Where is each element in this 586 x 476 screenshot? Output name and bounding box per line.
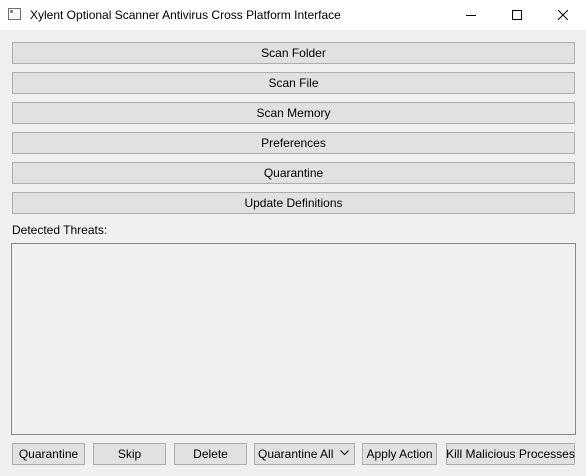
kill-malicious-processes-button[interactable]: Kill Malicious Processes <box>446 443 575 465</box>
action-select[interactable]: Quarantine All <box>254 443 355 465</box>
quarantine-button[interactable]: Quarantine <box>12 443 85 465</box>
detected-threats-list[interactable] <box>11 243 576 435</box>
scan-file-button[interactable]: Scan File <box>12 72 575 94</box>
app-window-icon <box>8 8 21 20</box>
close-button[interactable] <box>540 0 586 30</box>
minimize-button[interactable] <box>448 0 494 30</box>
delete-button[interactable]: Delete <box>174 443 247 465</box>
window-title: Xylent Optional Scanner Antivirus Cross … <box>30 8 341 22</box>
update-definitions-button[interactable]: Update Definitions <box>12 192 575 214</box>
close-icon <box>558 10 568 20</box>
preferences-button[interactable]: Preferences <box>12 132 575 154</box>
maximize-icon <box>512 10 522 20</box>
minimize-icon <box>466 15 476 16</box>
action-select-value: Quarantine All <box>258 447 334 461</box>
chevron-down-icon <box>340 450 349 456</box>
maximize-button[interactable] <box>494 0 540 30</box>
apply-action-button[interactable]: Apply Action <box>362 443 437 465</box>
skip-button[interactable]: Skip <box>93 443 166 465</box>
detected-threats-label: Detected Threats: <box>12 223 108 237</box>
scan-memory-button[interactable]: Scan Memory <box>12 102 575 124</box>
title-bar[interactable]: Xylent Optional Scanner Antivirus Cross … <box>0 0 586 30</box>
main-window: Xylent Optional Scanner Antivirus Cross … <box>0 0 586 476</box>
scan-folder-button[interactable]: Scan Folder <box>12 42 575 64</box>
quarantine-view-button[interactable]: Quarantine <box>12 162 575 184</box>
